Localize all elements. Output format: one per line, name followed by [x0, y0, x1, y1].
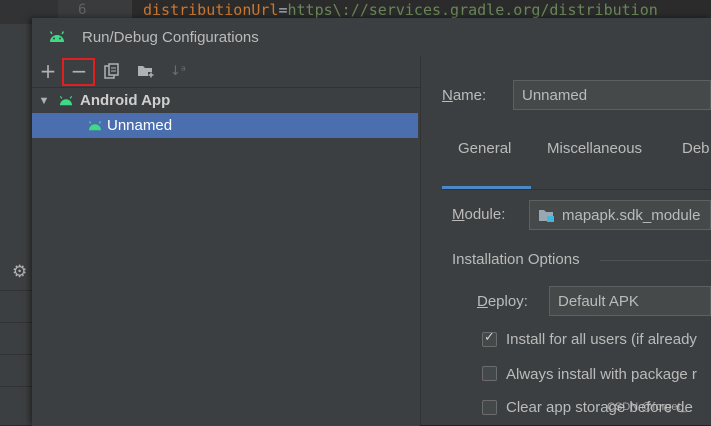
line-number: 6 [78, 2, 87, 18]
tab-general[interactable]: General [458, 140, 511, 157]
chevron-down-icon[interactable]: ▼ [37, 95, 51, 107]
tab-debugger[interactable]: Deb [682, 140, 710, 157]
split-divider[interactable] [420, 56, 421, 425]
dialog-title: Run/Debug Configurations [82, 29, 259, 46]
install-all-users-checkbox[interactable] [482, 330, 497, 347]
name-input-value: Unnamed [522, 86, 588, 104]
tabs-divider [442, 189, 711, 190]
section-divider [600, 260, 711, 261]
config-tree: ▼ Android App Unnamed [32, 87, 420, 426]
code-equals: = [278, 1, 288, 19]
deploy-label-text: eploy: [487, 293, 528, 310]
minus-icon: − [70, 59, 88, 83]
tree-group-android-app[interactable]: ▼ Android App [32, 88, 418, 113]
remove-config-button[interactable]: − [67, 58, 91, 84]
code-line[interactable]: distributionUrl=https\://services.gradle… [143, 1, 658, 19]
plus-icon: + [39, 59, 57, 83]
gear-icon[interactable]: ⚙ [12, 262, 27, 282]
panel-divider [0, 322, 32, 323]
sort-alpha-icon: ↓ᵃ [170, 63, 186, 79]
code-key: distributionUrl [143, 1, 279, 19]
panel-divider [0, 354, 32, 355]
tree-item-label: Unnamed [107, 117, 173, 134]
module-folder-icon [539, 210, 554, 222]
deploy-label: Deploy: [477, 293, 528, 310]
new-folder-icon [138, 66, 154, 78]
install-all-users-label: Install for all users (if already [506, 331, 697, 348]
always-install-label: Always install with package r [506, 366, 697, 383]
watermark-text: CSDN @forget_ [607, 401, 687, 413]
module-select[interactable]: mapapk.sdk_module [529, 200, 711, 230]
name-label-text: ame: [452, 87, 487, 104]
deploy-select-value: Default APK [558, 292, 639, 310]
installation-options-heading: Installation Options [452, 251, 580, 268]
module-label-text: odule: [464, 206, 506, 223]
android-icon [59, 95, 73, 105]
tree-group-label: Android App [80, 92, 171, 109]
panel-divider [0, 386, 32, 387]
deploy-mnemonic: D [477, 293, 488, 310]
clear-storage-checkbox[interactable] [482, 400, 497, 415]
code-value: https\://services.gradle.org/distributio… [287, 1, 658, 19]
module-mnemonic: M [452, 206, 465, 223]
name-input[interactable]: Unnamed [513, 80, 711, 110]
new-folder-button[interactable] [134, 58, 158, 84]
always-install-checkbox[interactable] [482, 366, 497, 381]
android-icon [49, 31, 65, 42]
name-mnemonic: N [442, 87, 453, 104]
name-label: Name: [442, 87, 486, 104]
module-select-value: mapapk.sdk_module [562, 206, 701, 224]
dialog-titlebar: Run/Debug Configurations [32, 18, 711, 56]
side-panel-strip [0, 24, 32, 425]
copy-config-button[interactable] [100, 58, 124, 84]
panel-divider [0, 290, 32, 291]
android-icon [88, 120, 102, 130]
deploy-select[interactable]: Default APK [549, 286, 711, 316]
module-label: Module: [452, 206, 505, 223]
add-config-button[interactable]: + [36, 58, 60, 84]
sort-button[interactable]: ↓ᵃ [166, 58, 190, 84]
config-toolbar: + − ↓ᵃ [32, 58, 420, 86]
tree-item-unnamed[interactable]: Unnamed [32, 113, 418, 138]
tab-miscellaneous[interactable]: Miscellaneous [547, 140, 642, 157]
copy-icon [104, 63, 119, 79]
